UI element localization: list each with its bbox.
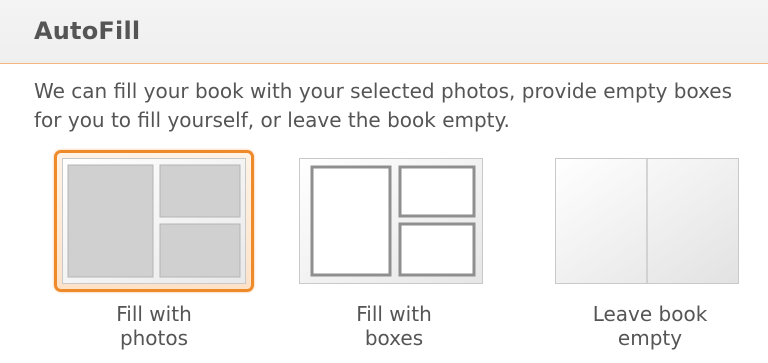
option-fill-with-boxes-label: Fill with boxes bbox=[294, 302, 494, 350]
option-fill-with-photos-frame[interactable] bbox=[54, 150, 254, 292]
option-fill-with-boxes[interactable]: Fill with boxes bbox=[294, 150, 494, 355]
option-leave-book-empty-label-line-2: empty bbox=[617, 326, 683, 350]
option-fill-with-photos-label-line-2: photos bbox=[119, 326, 189, 350]
option-leave-book-empty-frame[interactable] bbox=[550, 150, 750, 292]
option-leave-book-empty-label: Leave book empty bbox=[550, 302, 750, 350]
autofill-panel: AutoFill We can fill your book with your… bbox=[0, 0, 768, 363]
option-fill-with-photos-label: Fill with photos bbox=[54, 302, 254, 350]
fill-with-boxes-icon bbox=[299, 158, 483, 284]
option-fill-with-boxes-label-line-1: Fill with bbox=[356, 302, 432, 326]
option-leave-book-empty[interactable]: Leave book empty bbox=[550, 150, 750, 355]
option-fill-with-boxes-frame[interactable] bbox=[294, 150, 494, 292]
option-fill-with-photos[interactable]: Fill with photos bbox=[54, 150, 254, 355]
option-fill-with-photos-label-line-1: Fill with bbox=[116, 302, 192, 326]
option-leave-book-empty-label-line-1: Leave book bbox=[592, 302, 708, 326]
option-fill-with-boxes-label-line-2: boxes bbox=[364, 326, 424, 350]
leave-book-empty-icon bbox=[555, 158, 739, 284]
autofill-options: Fill with photos Fill with boxes Leave b… bbox=[0, 0, 768, 363]
fill-with-photos-icon bbox=[62, 158, 246, 284]
